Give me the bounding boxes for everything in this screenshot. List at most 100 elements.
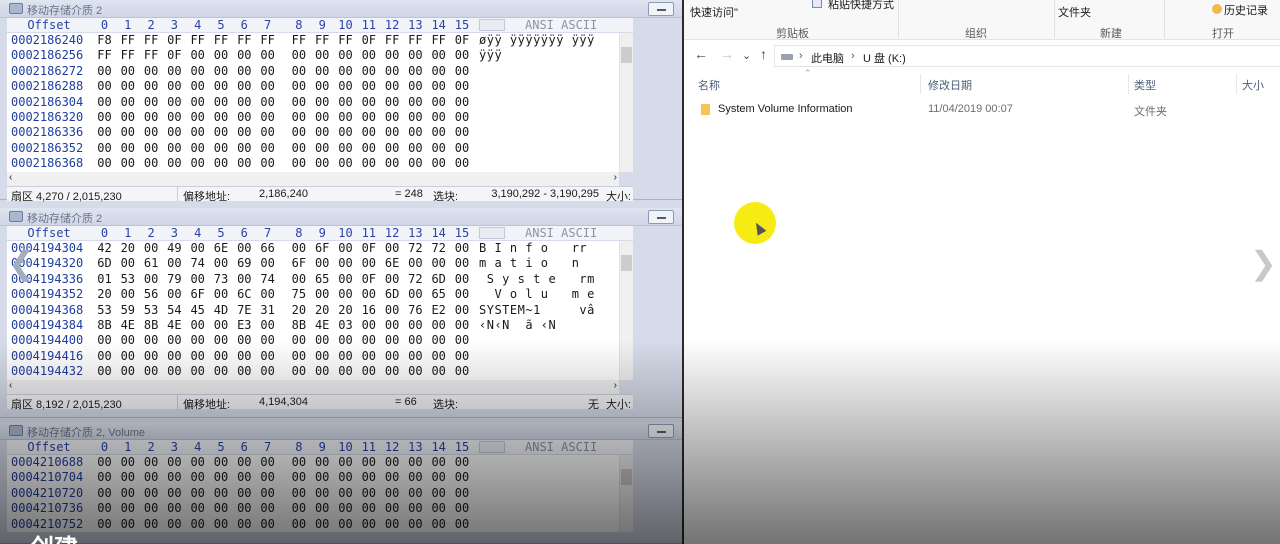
hex-row[interactable]: 0002186320 00 00 00 00 00 00 00 00 00 00 00 00 00 00 00… bbox=[7, 110, 633, 125]
hex-byte[interactable]: 00 bbox=[334, 486, 357, 501]
hex-byte[interactable]: 00 bbox=[210, 318, 233, 333]
hex-byte[interactable]: 00 bbox=[116, 470, 139, 485]
hex-byte[interactable]: 00 bbox=[334, 256, 357, 271]
hex-byte[interactable]: 00 bbox=[311, 287, 334, 302]
hex-byte[interactable]: 00 bbox=[93, 64, 116, 79]
hex-byte[interactable]: 00 bbox=[140, 125, 163, 140]
hex-byte[interactable]: 00 bbox=[311, 501, 334, 516]
hex-byte[interactable]: 00 bbox=[163, 287, 186, 302]
hex-byte[interactable]: 42 bbox=[93, 241, 116, 256]
hex-byte[interactable]: 00 bbox=[381, 241, 404, 256]
hex-byte[interactable]: 00 bbox=[334, 517, 357, 532]
hex-byte[interactable]: 00 bbox=[256, 110, 279, 125]
hex-byte[interactable]: 00 bbox=[186, 241, 209, 256]
row-offset[interactable]: 0002186352 bbox=[11, 141, 83, 156]
hex-byte[interactable]: 00 bbox=[210, 287, 233, 302]
hex-row[interactable]: 0004194416 00 00 00 00 00 00 00 00 00 00 00 00 00 00 00… bbox=[7, 349, 633, 364]
hex-byte[interactable]: 00 bbox=[451, 79, 474, 94]
hex-byte[interactable]: 00 bbox=[311, 95, 334, 110]
hex-byte[interactable]: 00 bbox=[140, 455, 163, 470]
hex-byte[interactable]: 00 bbox=[427, 318, 450, 333]
hex-byte[interactable]: 00 bbox=[186, 470, 209, 485]
hex-byte[interactable]: 00 bbox=[210, 501, 233, 516]
scrollbar-thumb[interactable] bbox=[621, 47, 632, 63]
hex-byte[interactable]: 00 bbox=[311, 156, 334, 171]
hex-row[interactable]: 0004210720 00 00 00 00 00 00 00 00 00 00 00 00 00 00 00… bbox=[7, 486, 633, 501]
hex-byte[interactable]: 00 bbox=[233, 501, 256, 516]
hex-byte[interactable]: 00 bbox=[256, 517, 279, 532]
hex-grid[interactable]: Offset 0 1 2 3 4 5 6 7 8 9 10 11 12 13 14 15 ANSI ASCII 00… bbox=[7, 18, 633, 172]
breadcrumb-this-pc[interactable]: 此电脑 bbox=[811, 50, 844, 66]
row-offset[interactable]: 0004194384 bbox=[11, 318, 83, 333]
hex-byte[interactable]: 00 bbox=[210, 141, 233, 156]
column-divider[interactable] bbox=[1236, 74, 1237, 94]
hex-byte[interactable]: 00 bbox=[427, 517, 450, 532]
horizontal-scrollbar[interactable]: ‹ › bbox=[7, 379, 619, 394]
hex-byte[interactable]: FF bbox=[381, 33, 404, 48]
hex-byte[interactable]: 00 bbox=[93, 470, 116, 485]
hex-byte[interactable]: 72 bbox=[404, 272, 427, 287]
hex-byte[interactable]: 00 bbox=[233, 241, 256, 256]
hex-byte[interactable]: 00 bbox=[93, 333, 116, 348]
previous-slide-icon[interactable]: ❮ bbox=[8, 244, 35, 282]
hex-byte[interactable]: 00 bbox=[287, 364, 310, 379]
hex-byte[interactable]: FF bbox=[427, 33, 450, 48]
hex-byte[interactable]: 00 bbox=[116, 287, 139, 302]
hex-row[interactable]: 0002186272 00 00 00 00 00 00 00 00 00 00 00 00 00 00 00… bbox=[7, 64, 633, 79]
hex-byte[interactable]: 00 bbox=[210, 349, 233, 364]
hex-byte[interactable]: 00 bbox=[427, 455, 450, 470]
hex-byte[interactable]: FF bbox=[210, 33, 233, 48]
hex-byte[interactable]: 00 bbox=[186, 64, 209, 79]
hex-byte[interactable]: 00 bbox=[381, 455, 404, 470]
hex-byte[interactable]: 00 bbox=[140, 486, 163, 501]
hex-byte[interactable]: 00 bbox=[427, 79, 450, 94]
hex-byte[interactable]: 00 bbox=[404, 318, 427, 333]
hex-byte[interactable]: 6F bbox=[311, 241, 334, 256]
hex-byte[interactable]: 73 bbox=[210, 272, 233, 287]
hex-byte[interactable]: 00 bbox=[256, 318, 279, 333]
hex-byte[interactable]: 0F bbox=[163, 48, 186, 63]
hex-byte[interactable]: 00 bbox=[427, 501, 450, 516]
back-icon[interactable]: ← bbox=[694, 46, 708, 62]
hex-byte[interactable]: 00 bbox=[116, 364, 139, 379]
hex-byte[interactable]: 00 bbox=[140, 349, 163, 364]
hex-byte[interactable]: 00 bbox=[451, 272, 474, 287]
minimize-button[interactable] bbox=[648, 210, 674, 224]
hex-byte[interactable]: 00 bbox=[163, 349, 186, 364]
hex-byte[interactable]: 00 bbox=[233, 125, 256, 140]
hex-row[interactable]: 0002186352 00 00 00 00 00 00 00 00 00 00 00 00 00 00 00… bbox=[7, 141, 633, 156]
hex-row[interactable]: 0002186240 F8 FF FF 0F FF FF FF FF FF FF FF 0F FF FF FF… bbox=[7, 33, 633, 48]
hex-byte[interactable]: 00 bbox=[256, 486, 279, 501]
hex-byte[interactable]: 00 bbox=[140, 517, 163, 532]
hex-byte[interactable]: 4E bbox=[163, 318, 186, 333]
hex-byte[interactable]: 00 bbox=[404, 79, 427, 94]
hex-byte[interactable]: 00 bbox=[311, 333, 334, 348]
hex-byte[interactable]: 20 bbox=[311, 303, 334, 318]
hex-byte[interactable]: 00 bbox=[427, 48, 450, 63]
hex-byte[interactable]: 00 bbox=[140, 156, 163, 171]
hex-row[interactable]: 0004194400 00 00 00 00 00 00 00 00 00 00 00 00 00 00 00… bbox=[7, 333, 633, 348]
hex-byte[interactable]: 45 bbox=[186, 303, 209, 318]
hex-byte[interactable]: 00 bbox=[287, 486, 310, 501]
hex-byte[interactable]: 00 bbox=[357, 517, 380, 532]
hex-byte[interactable]: 00 bbox=[233, 79, 256, 94]
hex-byte[interactable]: 00 bbox=[287, 110, 310, 125]
hex-byte[interactable]: 00 bbox=[381, 364, 404, 379]
hex-byte[interactable]: 4E bbox=[311, 318, 334, 333]
hex-byte[interactable]: 65 bbox=[311, 272, 334, 287]
row-offset[interactable]: 0004194352 bbox=[11, 287, 83, 302]
hex-byte[interactable]: 20 bbox=[116, 241, 139, 256]
hex-byte[interactable]: 00 bbox=[311, 125, 334, 140]
hex-byte[interactable]: 00 bbox=[311, 364, 334, 379]
hex-byte[interactable]: 00 bbox=[357, 364, 380, 379]
hex-byte[interactable]: 00 bbox=[210, 95, 233, 110]
hex-byte[interactable]: 0F bbox=[357, 272, 380, 287]
hex-byte[interactable]: 00 bbox=[256, 333, 279, 348]
hex-byte[interactable]: 00 bbox=[427, 156, 450, 171]
hex-byte[interactable]: 6E bbox=[381, 256, 404, 271]
hex-row[interactable]: 0002186256 FF FF FF 0F 00 00 00 00 00 00 00 00 00 00 00… bbox=[7, 48, 633, 63]
hex-byte[interactable]: FF bbox=[404, 33, 427, 48]
hex-grid[interactable]: Offset 0 1 2 3 4 5 6 7 8 9 10 11 12 13 14 15 ANSI ASCII 00… bbox=[7, 440, 633, 532]
file-row[interactable]: System Volume Information 11/04/2019 00:… bbox=[694, 100, 1274, 120]
hex-byte[interactable]: 00 bbox=[233, 272, 256, 287]
